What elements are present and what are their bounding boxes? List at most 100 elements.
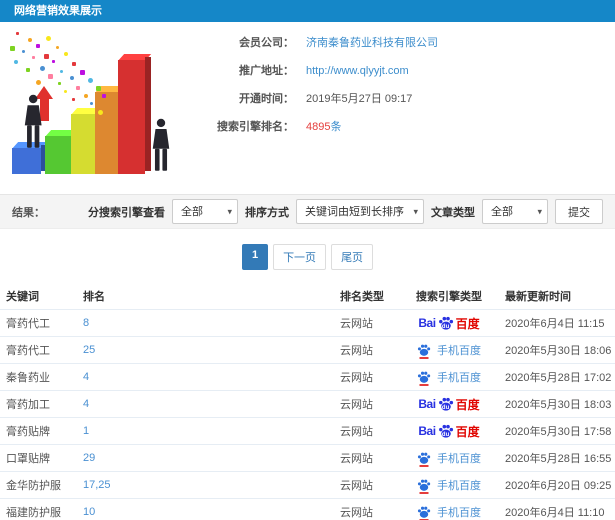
rank-cell: 29 [83, 452, 340, 464]
confetti-dot [64, 90, 67, 93]
update-time-cell: 2020年6月4日 11:15 [505, 318, 605, 330]
confetti-dot [96, 86, 101, 91]
mobile-baidu-icon: 手机百度 [417, 342, 481, 359]
baidu-logo-icon: Bai du 百度 [418, 397, 480, 412]
rank-type-cell: 云网站 [340, 345, 373, 357]
page-button-next[interactable]: 下一页 [273, 244, 327, 270]
confetti-dot [88, 78, 93, 83]
update-time-cell: 2020年5月30日 18:06 [505, 345, 612, 357]
engine-cell: Bai du 百度 [405, 315, 493, 332]
rank-link[interactable]: 4 [83, 371, 89, 383]
sort-select-wrapper: 关键词由短到长排序 [296, 199, 424, 224]
member-company-link[interactable]: 济南秦鲁药业科技有限公司 [306, 36, 438, 50]
rank-cell: 17,25 [83, 479, 340, 491]
engine-select-wrapper: 全部 [172, 199, 238, 224]
keyword-cell: 口罩贴牌 [6, 453, 50, 465]
chart-bar [11, 142, 48, 174]
rank-link[interactable]: 10 [83, 506, 95, 518]
ranking-count-number: 4895 [306, 121, 331, 133]
result-label: 结果： [12, 206, 45, 219]
promo-url-link[interactable]: http://www.qlyyjt.com [306, 64, 409, 78]
header-update-time: 最新更新时间 [505, 290, 571, 303]
mobile-baidu-icon: 手机百度 [417, 450, 481, 467]
member-info-panel: 会员公司： 济南秦鲁药业科技有限公司 推广地址： http://www.qlyy… [184, 22, 615, 190]
table-row: 金华防护服 17,25 云网站 手机百度 2020年6月20日 09:25 [0, 471, 615, 498]
article-filter-label: 文章类型 [431, 206, 475, 219]
rank-link[interactable]: 17,25 [83, 479, 111, 491]
table-row: 膏药贴牌 1 云网站 Bai du 百度 2020年5月30日 17:58 [0, 417, 615, 444]
confetti-dot [36, 44, 40, 48]
bar-chart-illustration [2, 26, 184, 186]
confetti-dot [76, 86, 80, 90]
ranking-count-suffix: 条 [330, 121, 342, 133]
page-button-last[interactable]: 尾页 [331, 244, 374, 270]
header-rank-type: 排名类型 [340, 290, 384, 303]
rank-cell: 10 [83, 506, 340, 518]
engine-select[interactable]: 全部 [172, 199, 238, 224]
engine-cell: 手机百度 [405, 504, 493, 520]
mobile-baidu-icon: 手机百度 [417, 369, 481, 386]
confetti-dot [14, 60, 18, 64]
page-button-current[interactable]: 1 [241, 244, 269, 270]
baidu-logo-icon: Bai du 百度 [418, 424, 480, 439]
rank-link[interactable]: 8 [83, 317, 89, 329]
confetti-dot [72, 98, 75, 101]
confetti-dot [26, 68, 30, 72]
confetti-dot [52, 60, 55, 63]
confetti-dot [80, 70, 85, 75]
mobile-baidu-icon: 手机百度 [417, 477, 481, 494]
confetti-dot [70, 76, 74, 80]
confetti-dot [64, 52, 68, 56]
confetti-dot [10, 46, 15, 51]
rank-link[interactable]: 1 [83, 425, 89, 437]
ranking-count-label: 搜索引擎排名： [217, 121, 294, 133]
keyword-cell: 膏药代工 [6, 318, 50, 330]
confetti-dot [16, 32, 19, 35]
open-time-label: 开通时间： [239, 93, 294, 105]
update-time-cell: 2020年5月30日 18:03 [505, 399, 612, 411]
filter-controls: 分搜索引擎查看 全部 排序方式 关键词由短到长排序 文章类型 全部 提交 [88, 199, 603, 224]
rank-cell: 4 [83, 371, 340, 383]
page-title: 网络营销效果展示 [14, 5, 102, 17]
rank-type-cell: 云网站 [340, 399, 373, 411]
mobile-baidu-icon: 手机百度 [417, 504, 481, 520]
ranking-count-value: 4895条 [306, 120, 341, 134]
table-header-row: 关键词 排名 排名类型 搜索引擎类型 最新更新时间 [0, 282, 615, 309]
engine-cell: 手机百度 [405, 477, 493, 494]
article-select[interactable]: 全部 [482, 199, 548, 224]
rank-cell: 4 [83, 398, 340, 410]
confetti-dot [44, 54, 49, 59]
confetti-dot [40, 66, 45, 71]
promo-url-label: 推广地址： [239, 65, 294, 77]
rank-type-cell: 云网站 [340, 426, 373, 438]
rank-link[interactable]: 4 [83, 398, 89, 410]
confetti-dot [102, 94, 106, 98]
rank-link[interactable]: 25 [83, 344, 95, 356]
rank-link[interactable]: 29 [83, 452, 95, 464]
member-company-row: 会员公司： 济南秦鲁药业科技有限公司 [184, 36, 615, 50]
confetti-dot [46, 36, 51, 41]
businessman-silhouette [152, 118, 170, 171]
sort-select[interactable]: 关键词由短到长排序 [296, 199, 424, 224]
confetti-dot [58, 82, 61, 85]
chart-bar [70, 108, 104, 174]
confetti-dot [90, 102, 93, 105]
keyword-cell: 福建防护服 [6, 507, 61, 519]
results-table: 关键词 排名 排名类型 搜索引擎类型 最新更新时间 膏药代工 8 云网站 Bai du 百… [0, 282, 615, 520]
table-row: 口罩贴牌 29 云网站 手机百度 2020年5月28日 16:55 [0, 444, 615, 471]
article-select-wrapper: 全部 [482, 199, 548, 224]
engine-cell: Bai du 百度 [405, 423, 493, 440]
engine-cell: 手机百度 [405, 450, 493, 467]
confetti-dot [36, 80, 41, 85]
update-time-cell: 2020年6月4日 11:10 [505, 507, 605, 519]
rank-cell: 1 [83, 425, 340, 437]
confetti-dot [32, 56, 35, 59]
keyword-cell: 膏药加工 [6, 399, 50, 411]
confetti-dot [60, 70, 63, 73]
confetti-dot [48, 74, 53, 79]
open-time-value: 2019年5月27日 09:17 [306, 93, 413, 105]
ranking-count-row: 搜索引擎排名： 4895条 [184, 120, 615, 134]
submit-button[interactable]: 提交 [555, 199, 603, 224]
promo-url-row: 推广地址： http://www.qlyyjt.com [184, 64, 615, 78]
keyword-cell: 秦鲁药业 [6, 372, 50, 384]
